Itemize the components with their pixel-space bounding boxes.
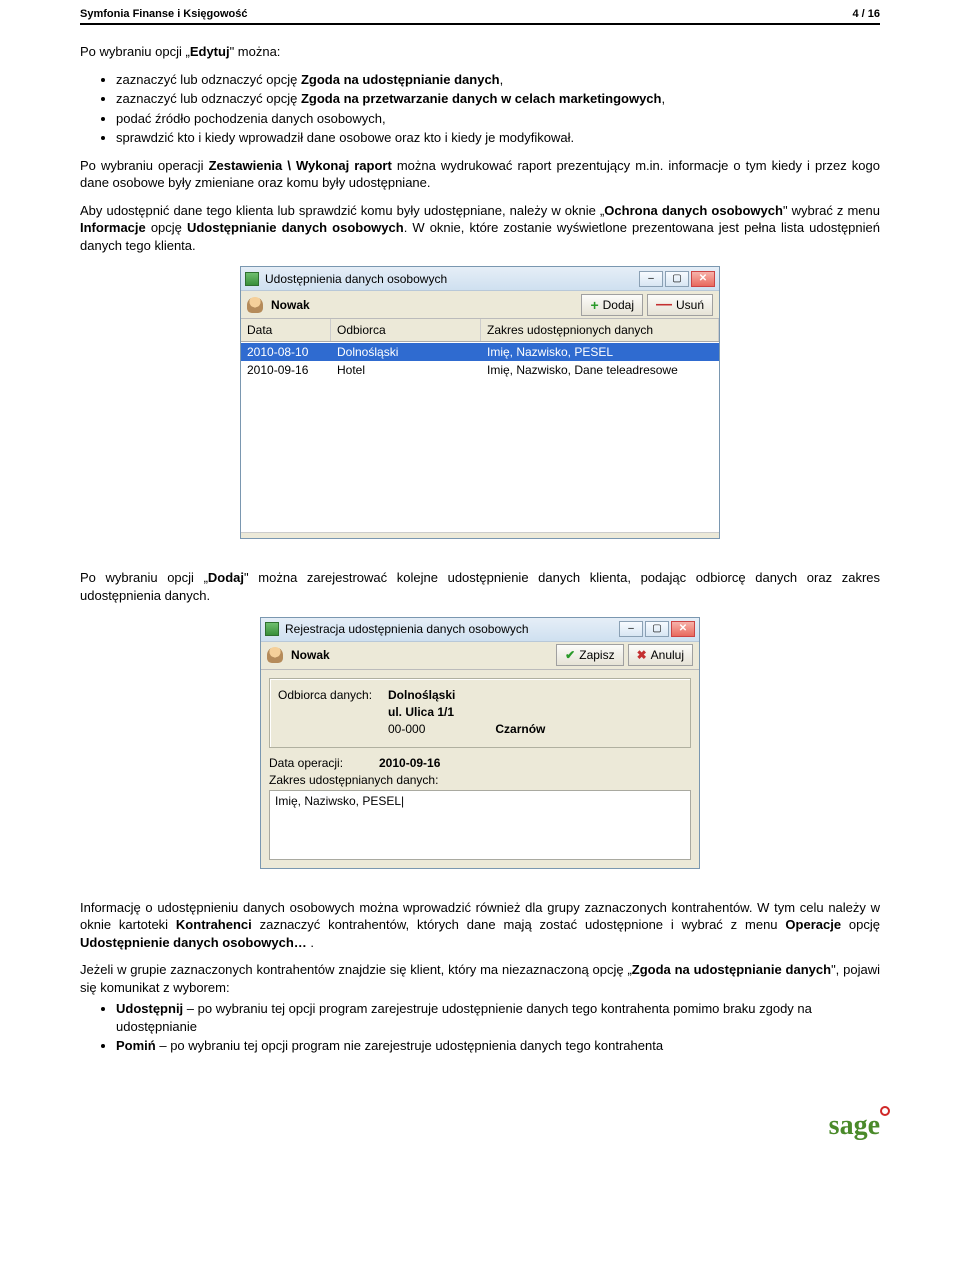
app-icon: [245, 272, 259, 286]
sage-logo: sage: [829, 1110, 880, 1142]
label-scope: Zakres udostępnianych danych:: [269, 773, 438, 787]
tail-bullets: Udostępnij – po wybraniu tej opcji progr…: [80, 1000, 880, 1055]
minus-icon: —: [656, 301, 672, 309]
intro-p1: Po wybraniu opcji „Edytuj" można:: [80, 43, 880, 61]
close-button[interactable]: ✕: [691, 271, 715, 287]
maximize-button[interactable]: ▢: [665, 271, 689, 287]
header-rule: [80, 23, 880, 25]
window-rejestracja: Rejestracja udostępnienia danych osobowy…: [260, 617, 700, 869]
doc-title: Symfonia Finanse i Księgowość: [80, 8, 248, 20]
recipient-fieldset: Odbiorca danych: Dolnośląski ul. Ulica 1…: [269, 678, 691, 748]
plus-icon: +: [590, 297, 598, 313]
app-icon: [265, 622, 279, 636]
table-row[interactable]: 2010-08-10 Dolnośląski Imię, Nazwisko, P…: [241, 343, 719, 361]
check-icon: ✔: [565, 648, 575, 662]
intro-p3: Aby udostępnić dane tego klienta lub spr…: [80, 202, 880, 255]
x-icon: ✖: [637, 648, 647, 662]
table-row[interactable]: 2010-09-16 Hotel Imię, Nazwisko, Dane te…: [241, 361, 719, 379]
person-name: Nowak: [271, 298, 577, 312]
maximize-button[interactable]: ▢: [645, 621, 669, 637]
cancel-button[interactable]: ✖ Anuluj: [628, 644, 693, 666]
mid-paragraph: Po wybraniu opcji „Dodaj" można zarejest…: [80, 569, 880, 604]
value-city: Czarnów: [495, 722, 545, 736]
save-button[interactable]: ✔ Zapisz: [556, 644, 623, 666]
label-date: Data operacji:: [269, 756, 379, 770]
value-date[interactable]: 2010-09-16: [379, 756, 440, 770]
tail-p2: Jeżeli w grupie zaznaczonych kontrahentó…: [80, 961, 880, 996]
person-name: Nowak: [291, 648, 552, 662]
grid-body[interactable]: 2010-08-10 Dolnośląski Imię, Nazwisko, P…: [241, 342, 719, 532]
col-odbiorca[interactable]: Odbiorca: [331, 319, 481, 341]
intro-bullets: zaznaczyć lub odznaczyć opcję Zgoda na u…: [80, 71, 880, 147]
tail-p1: Informację o udostępnieniu danych osobow…: [80, 899, 880, 952]
close-button[interactable]: ✕: [671, 621, 695, 637]
grid-header: Data Odbiorca Zakres udostępnionych dany…: [241, 319, 719, 342]
titlebar[interactable]: Rejestracja udostępnienia danych osobowy…: [261, 618, 699, 642]
intro-p2: Po wybraniu operacji Zestawienia \ Wykon…: [80, 157, 880, 192]
value-address: ul. Ulica 1/1: [388, 705, 454, 719]
minimize-button[interactable]: –: [619, 621, 643, 637]
window-udostepnienia: Udostępnienia danych osobowych – ▢ ✕ Now…: [240, 266, 720, 539]
window-title: Udostępnienia danych osobowych: [265, 272, 639, 286]
col-zakres[interactable]: Zakres udostępnionych danych: [481, 319, 719, 341]
minimize-button[interactable]: –: [639, 271, 663, 287]
value-zip: 00-000: [388, 722, 425, 736]
col-data[interactable]: Data: [241, 319, 331, 341]
scope-textbox[interactable]: Imię, Naziwsko, PESEL|: [269, 790, 691, 860]
window-title: Rejestracja udostępnienia danych osobowy…: [285, 622, 619, 636]
value-odbiorca[interactable]: Dolnośląski: [388, 688, 455, 702]
titlebar[interactable]: Udostępnienia danych osobowych – ▢ ✕: [241, 267, 719, 291]
page-number: 4 / 16: [852, 8, 880, 20]
logo-dot-icon: [880, 1106, 890, 1116]
person-icon: [267, 647, 283, 663]
label-odbiorca: Odbiorca danych:: [278, 688, 388, 702]
delete-button[interactable]: — Usuń: [647, 294, 713, 316]
add-button[interactable]: + Dodaj: [581, 294, 643, 316]
person-icon: [247, 297, 263, 313]
